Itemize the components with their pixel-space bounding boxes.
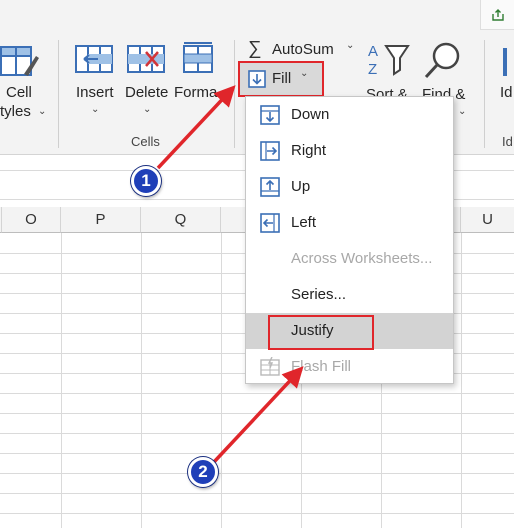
insert-chevron-icon: ⌄ xyxy=(91,104,100,115)
ideas-group-label: Id xyxy=(502,134,513,149)
fill-up-icon xyxy=(260,177,280,197)
autosum-button[interactable]: ∑ AutoSum ⌄ xyxy=(246,38,358,62)
step-1-badge: 1 xyxy=(131,166,161,196)
sort-filter-icon: A Z xyxy=(368,43,410,78)
fill-chevron-icon: ⌄ xyxy=(300,68,309,79)
menu-item-across-worksheets: Across Worksheets... xyxy=(246,241,453,277)
fill-button[interactable]: Fill ⌄ xyxy=(238,61,324,97)
cell-styles-label-1: Cell xyxy=(6,84,32,101)
step-2-badge: 2 xyxy=(188,457,218,487)
cells-group-label: Cells xyxy=(131,134,160,149)
find-select-chevron-icon: ⌄ xyxy=(458,106,467,117)
column-header-q[interactable]: Q xyxy=(141,207,221,233)
grid-line xyxy=(0,513,514,514)
format-cells-icon xyxy=(183,42,213,73)
fill-down-icon xyxy=(260,105,280,125)
menu-item-up-label: Up xyxy=(291,178,311,195)
cell-styles-label-2: tyles xyxy=(0,103,31,120)
grid-line xyxy=(141,233,142,528)
svg-text:A: A xyxy=(368,43,378,60)
fill-label: Fill xyxy=(272,70,292,87)
ideas-button[interactable]: Id xyxy=(494,40,514,120)
grid-line xyxy=(0,453,514,454)
ideas-icon xyxy=(503,48,507,76)
ideas-label: Id xyxy=(500,84,513,101)
grid-line xyxy=(0,393,514,394)
menu-item-down-label: Down xyxy=(291,106,330,123)
autosum-label: AutoSum xyxy=(272,41,334,58)
grid-line xyxy=(61,233,62,528)
column-header-o[interactable]: O xyxy=(2,207,61,233)
menu-item-right-label: Right xyxy=(291,142,327,159)
menu-item-series-label: Series... xyxy=(291,286,347,303)
menu-item-right[interactable]: Right xyxy=(246,133,453,169)
delete-cells-icon xyxy=(127,45,165,73)
fill-down-icon xyxy=(248,70,266,88)
menu-item-flash-fill-label: Flash Fill xyxy=(291,358,352,375)
menu-item-left[interactable]: Left xyxy=(246,205,453,241)
grid-line xyxy=(0,413,514,414)
group-separator xyxy=(484,40,485,148)
menu-item-up[interactable]: Up xyxy=(246,169,453,205)
fill-left-icon xyxy=(260,213,280,233)
menu-item-flash-fill: Flash Fill xyxy=(246,349,453,385)
flash-fill-icon xyxy=(260,357,280,376)
cell-styles-icon xyxy=(0,46,39,76)
cell-styles-button[interactable]: Cell tyles ⌄ xyxy=(0,40,48,122)
column-header-u[interactable]: U xyxy=(461,207,514,233)
insert-button[interactable]: Insert ⌄ xyxy=(70,40,120,122)
menu-item-left-label: Left xyxy=(291,214,317,231)
menu-item-series[interactable]: Series... xyxy=(246,277,453,313)
autosum-chevron-icon: ⌄ xyxy=(346,40,355,51)
insert-label: Insert xyxy=(76,84,114,101)
delete-button[interactable]: Delete ⌄ xyxy=(122,40,172,122)
share-icon xyxy=(491,8,504,21)
delete-label: Delete xyxy=(125,84,169,101)
group-separator xyxy=(234,40,235,148)
insert-cells-icon xyxy=(75,45,113,73)
svg-text:Z: Z xyxy=(368,61,377,78)
cell-styles-chevron-icon: ⌄ xyxy=(38,106,47,117)
fill-right-icon xyxy=(260,141,280,161)
grid-line xyxy=(0,433,514,434)
group-separator xyxy=(58,40,59,148)
grid-line xyxy=(221,233,222,528)
delete-chevron-icon: ⌄ xyxy=(143,104,152,115)
share-button[interactable] xyxy=(480,0,514,30)
grid-line xyxy=(0,473,514,474)
format-button[interactable]: Forma xyxy=(174,40,224,122)
menu-item-down[interactable]: Down xyxy=(246,97,453,133)
grid-line xyxy=(461,233,462,528)
column-header-p[interactable]: P xyxy=(61,207,141,233)
format-label: Forma xyxy=(174,84,218,101)
justify-highlight-box xyxy=(268,315,374,350)
magnifier-icon xyxy=(424,42,460,79)
menu-item-across-worksheets-label: Across Worksheets... xyxy=(291,250,433,267)
sigma-icon: ∑ xyxy=(248,38,262,59)
grid-line xyxy=(0,493,514,494)
